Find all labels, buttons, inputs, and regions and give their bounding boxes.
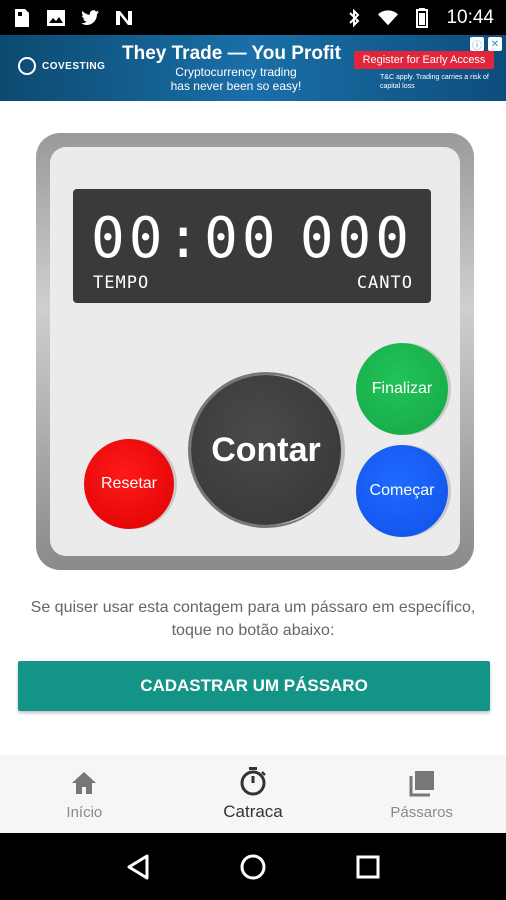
ad-logo: COVESTING [18, 57, 105, 75]
nav-item-inicio[interactable]: Início [0, 755, 169, 833]
count-label: CANTO [356, 273, 413, 293]
sim-icon [12, 8, 32, 28]
finalizar-button[interactable]: Finalizar [356, 343, 448, 435]
back-icon[interactable] [123, 852, 153, 882]
n-icon [114, 8, 134, 28]
counter-panel: 00:00 000 TEMPO CANTO Finalizar Contar R… [50, 147, 460, 556]
cadastrar-passaro-button[interactable]: CADASTRAR UM PÁSSARO [18, 661, 490, 711]
ad-controls: ⓘ ✕ [470, 37, 502, 52]
status-icons-left [12, 8, 134, 28]
ad-subtitle: Cryptocurrency trading has never been so… [170, 65, 302, 93]
image-icon [46, 8, 66, 28]
ad-fine-print: T&C apply. Trading carries a risk of cap… [380, 74, 489, 90]
nav-item-catraca[interactable]: Catraca [169, 755, 338, 833]
count-display: 000 [299, 206, 413, 271]
battery-icon [412, 7, 432, 28]
contar-button[interactable]: Contar [191, 375, 341, 525]
ad-brand: COVESTING [42, 60, 106, 72]
counter-device: 00:00 000 TEMPO CANTO Finalizar Contar R… [36, 133, 474, 570]
nav-label-catraca: Catraca [223, 802, 283, 821]
ad-banner[interactable]: COVESTING They Trade — You Profit Crypto… [0, 35, 506, 101]
comecar-button[interactable]: Começar [356, 445, 448, 537]
stopwatch-icon [238, 766, 268, 796]
status-time: 10:44 [446, 6, 494, 28]
status-bar: 10:44 [0, 0, 506, 35]
library-icon [407, 768, 437, 798]
hint-text: Se quiser usar esta contagem para um pás… [30, 599, 476, 639]
ad-cta-button[interactable]: Register for Early Access [354, 51, 494, 69]
app-screen: 10:44 COVESTING They Trade — You Profit … [0, 0, 506, 900]
ad-info-icon[interactable]: ⓘ [470, 37, 484, 52]
resetar-button[interactable]: Resetar [84, 439, 174, 529]
recents-icon[interactable] [353, 852, 383, 882]
home-icon [69, 768, 99, 798]
ad-close-icon[interactable]: ✕ [488, 37, 502, 51]
nav-label-passaros: Pássaros [390, 803, 453, 821]
bluetooth-icon [344, 8, 364, 28]
covesting-logo-icon [18, 57, 36, 75]
bottom-nav: Início Catraca Pássaros [0, 755, 506, 833]
status-icons-right: 10:44 [344, 7, 494, 29]
time-label: TEMPO [93, 273, 150, 293]
twitter-icon [80, 8, 100, 28]
nav-item-passaros[interactable]: Pássaros [337, 755, 506, 833]
counter-display: 00:00 000 TEMPO CANTO [73, 189, 431, 303]
home-circle-icon[interactable] [238, 852, 268, 882]
nav-label-inicio: Início [66, 803, 103, 821]
wifi-icon [378, 8, 399, 28]
time-display: 00:00 [91, 206, 280, 271]
ad-title: They Trade — You Profit [122, 43, 341, 64]
system-nav-bar [0, 833, 506, 900]
